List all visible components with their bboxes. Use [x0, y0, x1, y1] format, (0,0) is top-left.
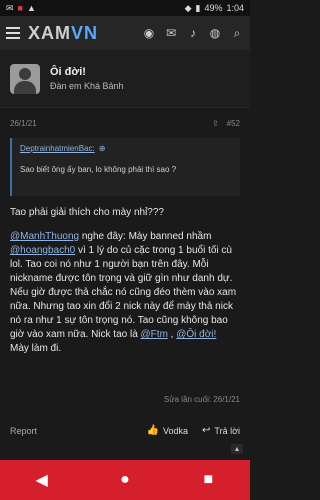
post-last-line: Mày làm đi. [10, 343, 62, 354]
home-icon[interactable]: ● [113, 468, 137, 492]
mention-link[interactable]: @hoangbach0 [10, 245, 75, 256]
reply-icon: ↩ [202, 425, 211, 436]
user-icon[interactable]: ◍ [208, 26, 222, 40]
reply-label: Trả lời [214, 425, 240, 436]
user-title: Đàn em Khá Bảnh [50, 81, 124, 91]
vote-button[interactable]: 👍 Vodka [147, 425, 188, 436]
hamburger-icon[interactable] [6, 27, 20, 39]
bell-icon[interactable]: ♪ [186, 26, 200, 40]
site-logo[interactable]: XAMVN [28, 23, 98, 44]
mention-link[interactable]: @Ôi đời! [176, 329, 216, 340]
arrow-up-icon[interactable]: ⊕ [99, 144, 106, 153]
logo-main: XAM [28, 22, 71, 43]
mention-link[interactable]: @Ftm [141, 329, 168, 340]
reply-button[interactable]: ↩ Trả lời [202, 425, 240, 436]
quote-block: DeptrainhatmienBac: ⊕ Sao biết ông ấy ba… [10, 138, 240, 196]
quote-text: Sao biết ông ấy ban, lo không phải thì s… [20, 165, 177, 174]
post-text: nghe đây: Mày banned nhầm [79, 231, 212, 242]
notification-icon: ✉ [6, 2, 14, 13]
app-notification-icon: ■ [17, 3, 23, 13]
post-line-1: Tao phải giải thích cho mày nhỉ??? [10, 207, 164, 218]
thumbs-up-icon: 👍 [146, 425, 159, 436]
username[interactable]: Ôi đời! [50, 66, 124, 78]
post-date[interactable]: 26/1/21 [10, 119, 37, 128]
avatar[interactable] [10, 63, 40, 94]
search-icon[interactable]: ⌕ [230, 26, 244, 40]
share-icon[interactable]: ⇪ [212, 119, 219, 128]
clock: 1:04 [226, 3, 244, 13]
post-number[interactable]: #52 [227, 119, 240, 128]
report-link[interactable]: Report [10, 426, 37, 436]
download-icon: ▲ [26, 3, 36, 13]
vote-label: Vodka [163, 425, 189, 436]
status-bar: ✉ ■ ▲ ◆ ▮ 49% 1:04 [0, 0, 250, 16]
logo-accent: VN [71, 22, 99, 43]
scroll-up-icon[interactable]: ▲ [231, 444, 243, 454]
post-text: vì 1 lý do củ cặc trong 1 buổi tối cù lo… [10, 245, 237, 340]
post-text: , [167, 329, 177, 340]
wifi-icon: ◆ [184, 2, 192, 13]
signal-icon: ▮ [195, 2, 201, 13]
chat-icon[interactable]: ✉ [164, 26, 178, 40]
edited-note: Sửa lần cuối: 26/1/21 [163, 395, 240, 404]
post-paragraph: @ManhThuong nghe đây: Mày banned nhầm @h… [10, 230, 240, 356]
bottom-navigation: ◀ ● ■ [0, 460, 250, 500]
post-author: Ôi đời! Đàn em Khá Bảnh [0, 50, 250, 108]
quote-author[interactable]: DeptrainhatmienBac: [20, 144, 95, 153]
post-actions: Report 👍 Vodka ↩ Trả lời [10, 425, 240, 436]
globe-icon[interactable]: ◉ [142, 26, 156, 40]
recents-icon[interactable]: ■ [196, 468, 220, 492]
post-body: Tao phải giải thích cho mày nhỉ??? @Manh… [10, 206, 240, 366]
mention-link[interactable]: @ManhThuong [10, 231, 79, 242]
battery-level: 49% [204, 3, 223, 13]
app-navbar: XAMVN ◉ ✉ ♪ ◍ ⌕ [0, 16, 250, 50]
post-meta: 26/1/21 ⇪ #52 [10, 119, 240, 128]
back-icon[interactable]: ◀ [30, 468, 54, 492]
